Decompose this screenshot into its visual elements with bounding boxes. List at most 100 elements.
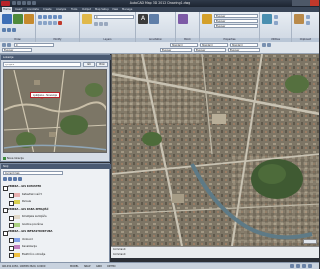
- color-combo-2[interactable]: ByLayer: [160, 48, 192, 52]
- clear-button[interactable]: Briši: [96, 62, 108, 67]
- trim-icon[interactable]: [48, 15, 52, 19]
- cut-icon[interactable]: [306, 15, 310, 19]
- layer-row[interactable]: Vodovod: [1, 237, 111, 243]
- id-point-icon[interactable]: [274, 21, 278, 25]
- toolbar-icon[interactable]: [7, 43, 11, 47]
- toolbar-icon[interactable]: [267, 43, 271, 47]
- polyline-icon[interactable]: [13, 14, 23, 24]
- ribbon-group-draw: Draw: [0, 12, 36, 42]
- layer-group-row[interactable]: ZBIRKA - GIS RABA ZEMLJIŠČ: [1, 207, 111, 213]
- layer-label: Kanalizacija: [22, 245, 37, 248]
- fillet-icon[interactable]: [38, 21, 42, 25]
- redo-icon[interactable]: [32, 1, 36, 5]
- dimension-icon[interactable]: [149, 14, 159, 24]
- coordinate-readout: 461432.1050, 100858.3620, 0.0000: [2, 265, 46, 268]
- ribbon-group-utilities: Utilities: [260, 12, 292, 42]
- zoom-icon[interactable]: [290, 264, 294, 268]
- linetype-combo-2[interactable]: ByLayer: [194, 48, 226, 52]
- command-line[interactable]: Command: Command:: [111, 246, 319, 258]
- circle-icon[interactable]: [24, 14, 34, 24]
- move-icon[interactable]: [38, 15, 42, 19]
- ribbon-group-properties: ByLayer ByLayer ByLayer Properties: [200, 12, 260, 42]
- toolbar-icon[interactable]: [262, 43, 266, 47]
- dim-style-combo[interactable]: Standard: [200, 43, 228, 47]
- app-menu-button[interactable]: [1, 1, 10, 6]
- table-icon[interactable]: [13, 177, 17, 181]
- layer-row[interactable]: Katastrski načrt: [1, 192, 111, 198]
- layer-style-swatch: [14, 222, 20, 227]
- toolbar-icon[interactable]: [2, 43, 6, 47]
- overview-map[interactable]: Ljubljana - Slovenija: [3, 69, 107, 153]
- text-style-combo[interactable]: Standard: [170, 43, 198, 47]
- mirror-icon[interactable]: [58, 15, 62, 19]
- lineweight-combo[interactable]: ByLayer: [214, 24, 258, 28]
- search-button[interactable]: Išči: [83, 62, 95, 67]
- insert-block-icon[interactable]: [178, 14, 188, 24]
- layer-style-swatch: [14, 215, 20, 219]
- layer-group-row[interactable]: ZBIRKA - GIS KATASTER: [1, 184, 111, 191]
- maximize-icon[interactable]: [301, 0, 310, 6]
- layer-row[interactable]: Električno omrežje: [1, 252, 111, 258]
- pan-icon[interactable]: [296, 264, 300, 268]
- layer-off-icon[interactable]: [94, 22, 98, 26]
- layer-row[interactable]: Kmetijske zemljišča: [1, 214, 111, 221]
- open-icon[interactable]: [17, 1, 21, 5]
- arc-icon[interactable]: [2, 28, 6, 32]
- map-viewport[interactable]: [111, 54, 319, 246]
- map-selector-combo[interactable]: Current map: [3, 171, 63, 175]
- layer-row[interactable]: Gozdne površine: [1, 222, 111, 228]
- layer-row[interactable]: Kanalizacija: [1, 244, 111, 251]
- layer-list: ZBIRKA - GIS KATASTER Katastrski načrt Par…: [1, 184, 111, 264]
- status-snap[interactable]: SNAP: [84, 264, 90, 269]
- rectangle-icon[interactable]: [7, 28, 11, 32]
- text-icon[interactable]: A: [138, 14, 148, 24]
- copy-icon[interactable]: [53, 15, 57, 19]
- layer-label: Vodovod: [22, 237, 33, 241]
- rotate-icon[interactable]: [43, 15, 47, 19]
- status-ortho[interactable]: ORTHO: [107, 264, 116, 269]
- undo-icon[interactable]: [27, 1, 31, 5]
- fullscreen-icon[interactable]: [308, 264, 312, 268]
- command-history: Command:: [113, 248, 127, 251]
- line-icon[interactable]: [2, 14, 12, 24]
- new-icon[interactable]: [12, 1, 16, 5]
- style-icon[interactable]: [8, 177, 12, 181]
- tools-icon[interactable]: [18, 177, 22, 181]
- new-location-link[interactable]: Nova lokacija: [1, 155, 111, 162]
- quick-select-icon[interactable]: [274, 15, 278, 19]
- data-icon[interactable]: [3, 177, 7, 181]
- status-model[interactable]: MODEL: [70, 264, 79, 269]
- linetype-combo[interactable]: ByLayer: [214, 19, 258, 23]
- layer-properties-icon[interactable]: [82, 14, 92, 24]
- close-icon[interactable]: [310, 0, 319, 6]
- layer-combo[interactable]: 0: [94, 15, 134, 19]
- match-properties-icon[interactable]: [202, 14, 212, 24]
- copy-clip-icon[interactable]: [306, 21, 310, 25]
- settings-icon[interactable]: [302, 264, 306, 268]
- status-grid[interactable]: GRID: [96, 264, 102, 269]
- layer-freeze-icon[interactable]: [99, 22, 103, 26]
- layer-label: Parcele: [22, 200, 32, 203]
- color-combo[interactable]: ByLayer: [214, 14, 258, 18]
- save-icon[interactable]: [22, 1, 26, 5]
- paste-icon[interactable]: [294, 14, 304, 24]
- scale-icon[interactable]: [48, 21, 52, 25]
- stretch-icon[interactable]: [43, 21, 47, 25]
- location-search-input[interactable]: [3, 62, 81, 67]
- measure-icon[interactable]: [262, 14, 272, 24]
- workspace-combo[interactable]: 0: [14, 43, 54, 47]
- array-icon[interactable]: [53, 21, 57, 25]
- hatch-icon[interactable]: [12, 28, 16, 32]
- layer-state-combo[interactable]: ByLayer: [2, 48, 32, 52]
- model-tab[interactable]: [303, 239, 317, 244]
- minimize-icon[interactable]: [292, 0, 301, 6]
- layer-row[interactable]: Parcele: [1, 199, 111, 206]
- layer-lock-icon[interactable]: [104, 22, 108, 26]
- lineweight-combo-2[interactable]: ByLayer: [228, 48, 260, 52]
- table-style-combo[interactable]: Standard: [230, 43, 258, 47]
- overview-map-image: [4, 70, 106, 152]
- command-input[interactable]: Command:: [113, 253, 313, 257]
- erase-icon[interactable]: [58, 21, 62, 25]
- layer-group-row[interactable]: ZBIRKA - GIS INFRASTRUKTURA: [1, 229, 111, 236]
- display-manager-panel: Sloji Current map ZBIRKA - GIS KATASTER K…: [0, 163, 111, 265]
